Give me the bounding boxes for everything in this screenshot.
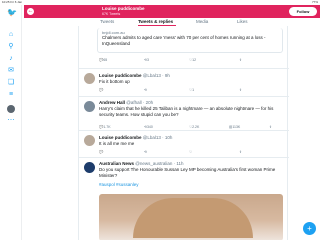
share-icon[interactable]: ⇪ [269,125,272,129]
like-icon[interactable]: ♡ 1 [189,88,194,92]
bell-icon[interactable]: ♪ [7,55,15,63]
tweet-author[interactable]: Andrew Hall @afhall · 20h [99,100,153,105]
retweet-icon[interactable]: ⟲ [144,150,147,154]
navigation-rail: 🐦 ⌂ ⚲ ♪ ✉ ❏ ≡ ⋯ [0,5,22,240]
like-icon[interactable]: ♡ 2.2K [189,125,199,129]
views-icon[interactable]: ▥ 113K [229,125,240,129]
tweet-author[interactable]: Australian News @news_australian · 11h [99,161,184,166]
more-icon[interactable]: ⋯ [7,117,15,125]
list-icon[interactable]: ≡ [7,91,15,99]
reply-icon[interactable]: 💬 65 [99,58,107,62]
tweet-text: Harry's claim that he killed 25 Taliban … [99,106,274,117]
bookmark-icon[interactable]: ❏ [7,79,15,87]
tweet-author[interactable]: Louise puddicombe @Lbal13 · 10h [99,135,172,140]
search-icon[interactable]: ⚲ [7,43,15,51]
tweet[interactable]: Louise puddicombe @Lbal13 · 9h Fix it bo… [79,68,289,95]
reply-icon[interactable]: 💬 [99,150,103,154]
tweet-author[interactable]: Louise puddicombe @Lbal13 · 9h [99,73,170,78]
tab-likes[interactable]: Likes [237,19,248,24]
tweet-actions: 💬 65 ⟲ 3 ♡ 12 ⇪ [99,58,285,63]
tweet-image[interactable] [99,194,283,240]
share-icon[interactable]: ⇪ [239,58,242,62]
tweet-actions: 💬 ⟲ ♡ 1 ⇪ [99,88,285,93]
profile-avatar-icon[interactable] [7,105,15,113]
profile-tabs: Tweets Tweets & replies Media Likes [78,18,288,26]
back-arrow-icon[interactable]: ← [27,8,34,15]
avatar[interactable] [84,162,95,173]
like-icon[interactable]: ♡ 12 [189,58,196,62]
avatar[interactable] [84,101,95,112]
tweet[interactable]: Australian News @news_australian · 11h D… [79,157,289,240]
status-time: 10:25 Fri 6 Jan [2,0,23,4]
avatar[interactable] [84,73,95,84]
tab-media[interactable]: Media [196,19,208,24]
photo-subject [133,198,253,238]
tweet-count: 67K Tweets [102,12,121,16]
share-icon[interactable]: ⇪ [239,88,242,92]
tweet-text: Do you support The Honourable Sussan Ley… [99,167,276,178]
like-icon[interactable]: ♡ [189,150,192,154]
profile-name: Louise puddicombe [102,6,145,11]
retweet-icon[interactable]: ⟲ [144,88,147,92]
profile-header: ← Louise puddicombe 67K Tweets Follow [24,5,320,18]
tweet[interactable]: Louise puddicombe @Lbal13 · 10h It is al… [79,130,289,157]
tweet-actions: 💬 ⟲ ♡ ⇪ [99,150,285,155]
tab-tweets[interactable]: Tweets [100,19,114,24]
mail-icon[interactable]: ✉ [7,67,15,75]
tweet-text: Fix it bottom up [99,79,130,84]
tweet-text: It is all me me me [99,141,135,146]
link-headline[interactable]: Chalmers admits to aged care 'mess' with… [102,35,280,46]
hashtags[interactable]: #auspol #sussanley [99,182,139,187]
timeline-feed: bnjdl.com.au Chalmers admits to aged car… [78,26,289,240]
follow-button[interactable]: Follow [289,7,317,16]
status-battery: 77% [311,0,318,4]
twitter-bird-icon[interactable]: 🐦 [7,9,17,17]
share-icon[interactable]: ⇪ [239,150,242,154]
tab-tweets-and-replies[interactable]: Tweets & replies [138,19,173,24]
tweet[interactable]: Andrew Hall @afhall · 20h Harry's claim … [79,96,289,132]
home-icon[interactable]: ⌂ [7,31,15,39]
reply-icon[interactable]: 💬 [99,88,103,92]
compose-tweet-button[interactable]: + [303,222,316,235]
retweet-icon[interactable]: ⟲ 340 [144,125,153,129]
reply-icon[interactable]: 💬 1.7K [99,125,111,129]
avatar[interactable] [84,135,95,146]
retweet-icon[interactable]: ⟲ 3 [144,58,149,62]
link-preview-card[interactable]: bnjdl.com.au Chalmers admits to aged car… [97,28,283,53]
